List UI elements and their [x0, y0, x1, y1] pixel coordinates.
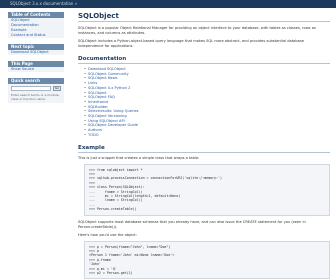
toc-box: Table of Contents SQLObject Documentatio… — [8, 12, 64, 38]
doc-link[interactable]: TODO — [84, 133, 330, 138]
documentation-heading: Documentation — [78, 55, 330, 64]
intro-paragraph: SQLObject is a popular Object Relational… — [78, 26, 316, 35]
top-navigation-bar: SQLObject 3.x.x documentation » — [0, 0, 336, 8]
example-mid-paragraph: Here's how you'd use the object: — [78, 232, 137, 237]
next-topic-link[interactable]: Download SQLObject — [8, 50, 64, 55]
sidebar: Table of Contents SQLObject Documentatio… — [8, 12, 64, 109]
this-page-box: This Page Show Source — [8, 61, 64, 72]
breadcrumb[interactable]: SQLObject 3.x.x documentation » — [10, 1, 77, 7]
next-topic-box: Next topic Download SQLObject — [8, 44, 64, 55]
search-row: Go — [8, 84, 64, 93]
code-block: >>> p = Person(fname="John", lname="Doe"… — [84, 240, 330, 280]
intro-paragraph: SQLObject includes a Python-object-based… — [78, 39, 304, 48]
page-title: SQLObject — [78, 12, 330, 22]
code-line: >>> p2 = Person.get(1) — [89, 271, 133, 276]
example-intro: This is just a snippet that creates a si… — [78, 155, 200, 160]
example-mid-paragraph: SQLObject supports most database schemas… — [78, 219, 306, 229]
show-source-link[interactable]: Show Source — [8, 67, 64, 72]
code-block: >>> from sqlobject import * >>> >>> sqlhub… — [84, 163, 330, 216]
search-input[interactable] — [11, 86, 51, 91]
search-go-button[interactable]: Go — [53, 86, 61, 91]
main-content: SQLObject SQLObject is a popular Object … — [78, 12, 330, 280]
documentation-list: Download SQLObject SQLObject Community S… — [78, 67, 330, 138]
toc-link[interactable]: Contact and Status — [8, 33, 64, 38]
code-line: >>> Person.createTable() — [89, 207, 137, 212]
example-heading: Example — [78, 144, 330, 153]
search-hint: Enter search terms or a module, class or… — [11, 93, 60, 101]
quick-search-box: Quick search Go Enter search terms or a … — [8, 78, 64, 103]
